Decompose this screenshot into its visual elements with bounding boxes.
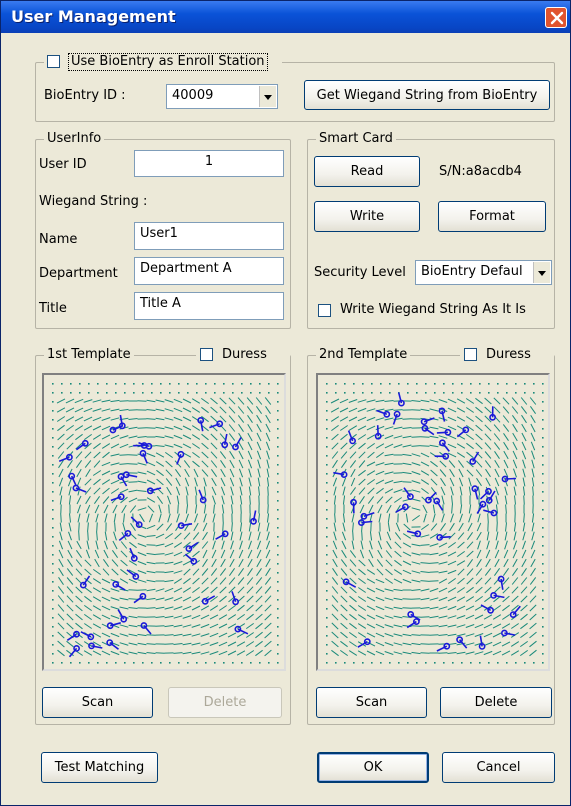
template2-group: 2nd Template Duress Scan Delete bbox=[307, 345, 555, 725]
ok-button[interactable]: OK bbox=[317, 752, 429, 783]
user-management-dialog: User Management Use BioEntry as Enroll S… bbox=[0, 0, 571, 806]
smart-card-legend: Smart Card bbox=[316, 131, 396, 147]
use-bioentry-checkbox[interactable] bbox=[47, 55, 60, 68]
write-button[interactable]: Write bbox=[314, 201, 420, 232]
userinfo-legend: UserInfo bbox=[44, 131, 105, 147]
template2-scan-button[interactable]: Scan bbox=[316, 687, 427, 718]
use-bioentry-label: Use BioEntry as Enroll Station bbox=[68, 53, 268, 71]
fingerprint-image bbox=[52, 383, 279, 664]
userinfo-group: UserInfo User ID 1 Wiegand String : Name… bbox=[35, 131, 291, 329]
fingerprint-image bbox=[326, 383, 544, 664]
user-id-value: 1 bbox=[204, 154, 214, 169]
user-id-label: User ID bbox=[39, 157, 87, 172]
template2-duress-label: Duress bbox=[486, 347, 531, 362]
window-title: User Management bbox=[11, 7, 176, 26]
cancel-button[interactable]: Cancel bbox=[442, 752, 555, 783]
name-field[interactable]: User1 bbox=[134, 222, 284, 250]
wiegand-string-label: Wiegand String : bbox=[39, 194, 148, 209]
write-wiegand-label: Write Wiegand String As It Is bbox=[340, 302, 526, 317]
format-button[interactable]: Format bbox=[438, 201, 546, 232]
serial-number-text: S/N:a8acdb4 bbox=[439, 164, 522, 179]
title-field[interactable]: Title A bbox=[134, 292, 284, 320]
bioentry-id-label: BioEntry ID : bbox=[44, 88, 126, 103]
template1-group: 1st Template Duress Scan Delete bbox=[35, 345, 291, 725]
security-level-label: Security Level bbox=[314, 265, 406, 280]
title-bar[interactable]: User Management bbox=[1, 1, 570, 33]
fingerprint-ridges bbox=[52, 383, 279, 664]
user-id-field[interactable]: 1 bbox=[134, 150, 284, 177]
template2-duress-checkbox[interactable] bbox=[464, 348, 477, 361]
template1-duress-label: Duress bbox=[222, 347, 267, 362]
template1-delete-button[interactable]: Delete bbox=[168, 687, 282, 718]
name-label: Name bbox=[39, 232, 78, 247]
template2-delete-button[interactable]: Delete bbox=[440, 687, 552, 718]
name-value: User1 bbox=[140, 226, 178, 241]
get-wiegand-button[interactable]: Get Wiegand String from BioEntry bbox=[304, 80, 550, 110]
title-value: Title A bbox=[140, 296, 181, 311]
bioentry-id-select[interactable]: 40009 bbox=[166, 84, 278, 109]
read-button[interactable]: Read bbox=[314, 156, 420, 187]
use-bioentry-toggle[interactable]: Use BioEntry as Enroll Station bbox=[44, 52, 282, 72]
fingerprint-minutiae bbox=[58, 414, 257, 658]
security-level-value: BioEntry Defaul bbox=[421, 264, 523, 279]
bioentry-id-value: 40009 bbox=[172, 88, 214, 103]
template1-scan-button[interactable]: Scan bbox=[42, 687, 153, 718]
title-label: Title bbox=[39, 301, 67, 316]
close-button[interactable] bbox=[545, 7, 567, 28]
enroll-station-group: Use BioEntry as Enroll Station BioEntry … bbox=[35, 52, 555, 122]
smart-card-group: Smart Card Read S/N:a8acdb4 Write Format… bbox=[307, 131, 555, 329]
department-field[interactable]: Department A bbox=[134, 257, 284, 285]
close-icon bbox=[550, 11, 564, 25]
template2-duress-toggle[interactable]: Duress bbox=[460, 345, 554, 365]
template1-fingerprint-view bbox=[42, 373, 286, 671]
chevron-down-icon[interactable] bbox=[533, 262, 550, 283]
template2-fingerprint-view bbox=[316, 373, 550, 671]
template2-legend: 2nd Template bbox=[316, 347, 411, 363]
test-matching-button[interactable]: Test Matching bbox=[41, 752, 158, 783]
template1-legend: 1st Template bbox=[44, 347, 134, 363]
security-level-select[interactable]: BioEntry Defaul bbox=[415, 260, 552, 285]
template1-duress-toggle[interactable]: Duress bbox=[196, 345, 290, 365]
department-label: Department bbox=[39, 266, 118, 281]
template1-duress-checkbox[interactable] bbox=[200, 348, 213, 361]
department-value: Department A bbox=[140, 261, 232, 276]
write-wiegand-checkbox[interactable] bbox=[318, 304, 331, 317]
chevron-down-icon[interactable] bbox=[259, 86, 276, 107]
